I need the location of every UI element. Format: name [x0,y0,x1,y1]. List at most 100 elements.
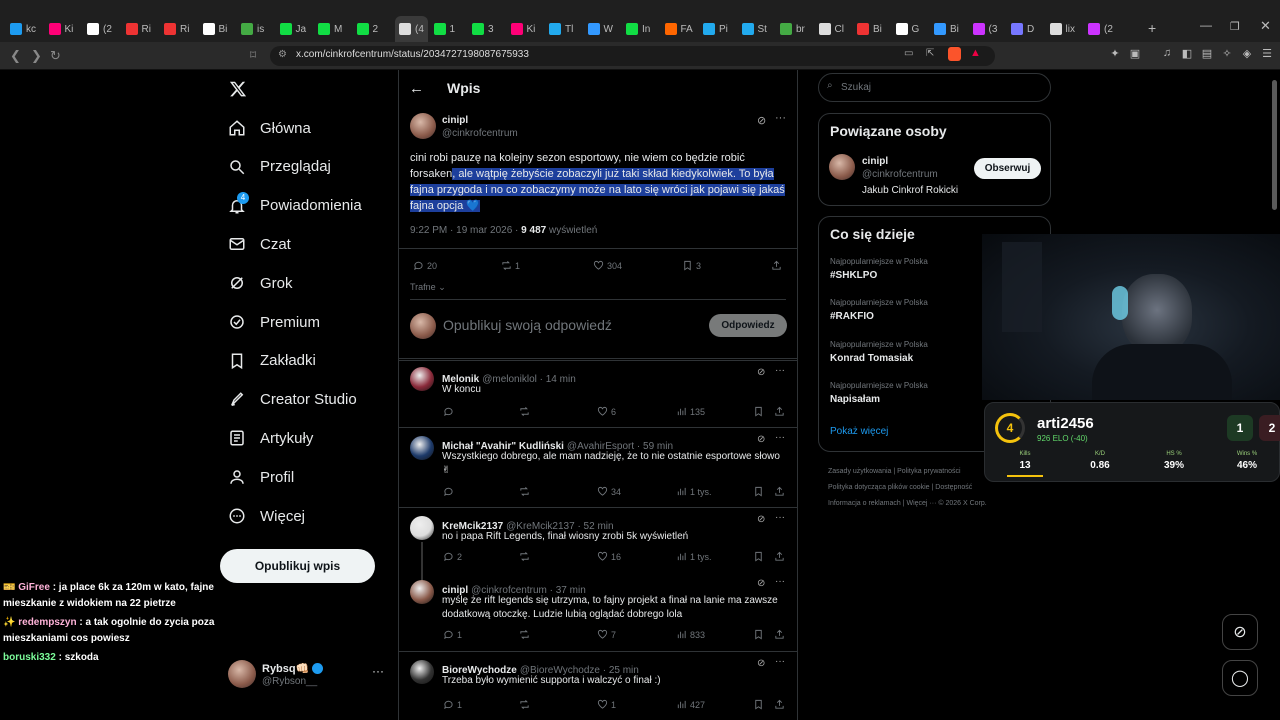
reply-share-button[interactable] [774,629,785,640]
browser-tab[interactable]: In [626,18,650,40]
reload-icon[interactable]: ↻ [50,48,61,64]
reply-views-button[interactable]: 135 [676,406,705,417]
sidebar-item-bell[interactable]: 4 Powiadomienia [228,191,362,221]
search-box[interactable]: ⌕ Szukaj [818,73,1051,102]
reply-repost-button[interactable] [519,551,533,562]
post-author-handle[interactable]: @cinkrofcentrum [442,128,518,139]
browser-tab[interactable]: Bi [934,18,959,40]
show-more-link[interactable]: Pokaż więcej [830,426,888,437]
post-bookmark-button[interactable]: 3 [682,260,701,271]
related-name[interactable]: cinipl [862,156,888,167]
reply-avatar[interactable] [410,660,434,684]
browser-tab[interactable]: is [241,18,264,40]
reply-views-button[interactable]: 427 [676,699,705,710]
grok-explain-icon[interactable]: ⊘ [757,114,766,127]
wallet-icon[interactable]: ▤ [1200,47,1214,61]
post-more-icon[interactable]: ··· [775,112,786,124]
browser-tab[interactable]: (2 [1088,18,1113,40]
browser-tab[interactable]: 1 [433,18,455,40]
leo-ai-icon[interactable]: ✧ [1220,47,1234,61]
reply-reply-button[interactable] [443,486,457,497]
browser-tab[interactable]: Cl [818,18,844,40]
brave-shield-icon[interactable] [948,47,961,61]
sort-dropdown[interactable]: Trafne ⌄ [410,282,446,293]
trend-item[interactable]: Konrad Tomasiak [830,353,913,364]
browser-tab[interactable]: W [587,18,613,40]
reply-item[interactable]: Melonik @meloniklol · 14 min ⊘ ··· W koncu 6 1… [399,360,797,427]
reply-views-button[interactable]: 1 tys. [676,551,712,562]
reply-bookmark-button[interactable] [753,629,764,640]
sidebar-item-mail[interactable]: Czat [228,229,291,259]
reply-repost-button[interactable] [519,629,533,640]
browser-tab[interactable]: 2 [356,18,378,40]
grok-explain-icon[interactable]: ⊘ [757,514,765,525]
new-tab-icon[interactable]: + [1148,20,1156,36]
reply-item[interactable]: BioreWychodze @BioreWychodze · 25 min ⊘ ···… [399,651,797,720]
reply-views-button[interactable]: 833 [676,629,705,640]
sidebar-item-home[interactable]: Główna [228,113,311,143]
account-switcher[interactable]: Rybsq👊🏻 @Rybson__ ··· [228,660,388,690]
sidebar-item-search[interactable]: Przeglądaj [228,152,331,182]
related-avatar[interactable] [829,154,855,180]
post-reply-button[interactable]: 20 [413,260,437,271]
reply-avatar[interactable] [410,516,434,540]
sidebar-item-more-circle[interactable]: Więcej [228,501,305,531]
site-info-icon[interactable]: ⚙ [278,49,287,60]
browser-tab[interactable]: Ki [510,18,535,40]
grok-explain-icon[interactable]: ⊘ [757,367,765,378]
sidebar-item-profile[interactable]: Profil [228,462,294,492]
sidebar-item-premium[interactable]: Premium [228,307,320,337]
browser-tab[interactable]: Bi [202,18,227,40]
trend-item[interactable]: #SHKLPO [830,270,877,281]
sidebar-item-article[interactable]: Artykuły [228,423,313,453]
reply-avatar[interactable] [410,580,434,604]
address-bar[interactable]: ⚙ x.com/cinkrofcentrum/status/2034727198… [270,46,995,66]
browser-tab[interactable]: M [318,18,342,40]
browser-tab[interactable]: Ki [48,18,73,40]
reply-more-icon[interactable]: ··· [775,432,785,443]
browser-tab[interactable]: Tl [549,18,573,40]
close-window-icon[interactable]: ✕ [1260,18,1271,34]
footer-accessibility[interactable]: Dostępność [935,484,972,491]
post-time[interactable]: 9:22 PM · 19 mar 2026 · [410,225,521,236]
footer-ads[interactable]: Informacja o reklamach [828,500,901,507]
reply-more-icon[interactable]: ··· [775,656,785,667]
reply-like-button[interactable]: 16 [597,551,621,562]
post-author-name[interactable]: cinipl [442,115,468,126]
reply-bookmark-button[interactable] [753,406,764,417]
reply-bookmark-button[interactable] [753,486,764,497]
browser-tab[interactable]: FA [664,18,693,40]
browser-tab[interactable]: Ja [279,18,306,40]
reply-avatar[interactable] [410,436,434,460]
floating-grok-icon[interactable]: ⊘ [1222,614,1258,650]
minimize-icon[interactable]: — [1200,18,1212,32]
page-scrollbar[interactable] [1272,80,1277,210]
reply-repost-button[interactable] [519,486,533,497]
reply-composer-input[interactable]: Opublikuj swoją odpowiedź [443,317,612,333]
reply-share-button[interactable] [774,551,785,562]
menu-icon[interactable]: ☰ [1260,47,1274,61]
sidebar-item-rocket[interactable]: Creator Studio [228,385,357,415]
extension-puzzle-icon[interactable]: ✦ [1108,47,1122,61]
sidebar-toggle-icon[interactable]: ◧ [1180,47,1194,61]
cast-icon[interactable]: ▭ [904,48,913,59]
browser-tab[interactable]: Bi [857,18,882,40]
reply-item[interactable]: KreMcik2137 @KreMcik2137 · 52 min ⊘ ··· no i… [399,507,797,592]
reply-reply-button[interactable] [443,406,457,417]
back-icon[interactable]: ❮ [10,48,21,64]
post-share-button[interactable] [771,260,782,271]
search-input[interactable]: Szukaj [841,82,871,93]
browser-tab[interactable]: St [741,18,767,40]
browser-tab[interactable]: G [895,18,919,40]
browser-tab[interactable]: (4 [395,16,428,42]
footer-more[interactable]: Więcej ··· [906,500,936,507]
browser-tab[interactable]: 3 [472,18,494,40]
brave-rewards-icon[interactable]: ▲ [970,47,981,59]
reply-reply-button[interactable]: 1 [443,699,462,710]
browser-tab[interactable]: Ri [125,18,151,40]
back-arrow-icon[interactable]: ← [409,80,424,97]
floating-chat-icon[interactable]: ◯ [1222,660,1258,696]
browser-tab[interactable]: Ri [164,18,189,40]
footer-terms[interactable]: Zasady użytkowania [828,468,891,475]
post-author-avatar[interactable] [410,113,436,139]
